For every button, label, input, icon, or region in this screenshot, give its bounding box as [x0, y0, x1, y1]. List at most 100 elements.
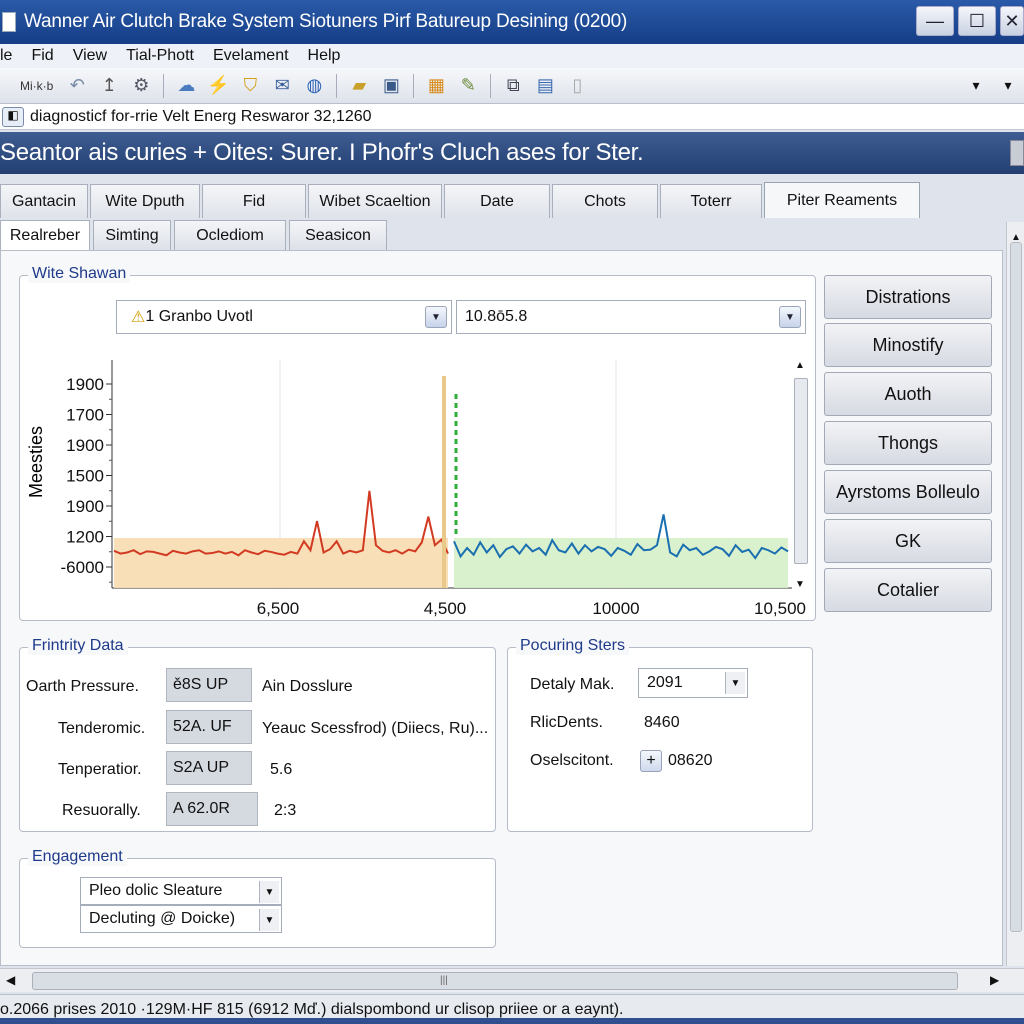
settings-icon[interactable]: ⚙	[129, 74, 153, 98]
maximize-button[interactable]: ☐	[958, 6, 996, 36]
scroll-left-icon[interactable]: ◀	[6, 973, 15, 987]
minimize-button[interactable]: —	[916, 6, 954, 36]
y-tick-label: 1900	[66, 436, 104, 455]
tenderomic-extra: Yeauc Scessfrod) (Diiecs, Ru)...	[262, 720, 489, 737]
toolbar-label: Mi·k·b	[20, 78, 54, 93]
menu-file[interactable]: le	[0, 47, 12, 65]
menu-view[interactable]: View	[73, 47, 107, 65]
vertical-scrollbar[interactable]: ▲	[1006, 222, 1024, 966]
thongs-button[interactable]: Thongs	[824, 421, 992, 465]
tab-chots[interactable]: Chots	[552, 184, 658, 218]
paste-icon[interactable]: ▤	[533, 74, 557, 98]
undo-icon[interactable]: ↶	[65, 74, 89, 98]
status-text: o.2066 prises 2010 ·129M·HF 815 (6912 Mď…	[0, 1000, 624, 1018]
connect-icon[interactable]: ⚡	[206, 74, 230, 98]
distrations-button[interactable]: Distrations	[824, 275, 992, 319]
scroll-thumb[interactable]	[794, 378, 808, 564]
tab-date[interactable]: Date	[444, 184, 550, 218]
toolbar-separator	[163, 73, 165, 98]
chevron-down-icon[interactable]: ▼	[725, 672, 745, 694]
cloud-icon[interactable]: ☁	[174, 74, 198, 98]
chevron-down-icon[interactable]: ▼	[259, 881, 279, 903]
banner-button[interactable]	[1010, 140, 1024, 166]
tab-realreber[interactable]: Realreber	[0, 220, 90, 250]
pocuring-legend: Pocuring Sters	[516, 637, 629, 655]
scroll-thumb[interactable]	[1010, 242, 1022, 932]
chart-scrollbar[interactable]: ▲ ▼	[792, 360, 808, 590]
pressure-value[interactable]: ě8S UP	[166, 668, 252, 702]
tab-wite-dputh[interactable]: Wite Dputh	[90, 184, 200, 218]
wrench-icon[interactable]: ✎	[456, 74, 480, 98]
x-tick-label: 6,500	[257, 599, 300, 618]
status-bar: o.2066 prises 2010 ·129M·HF 815 (6912 Mď…	[0, 994, 1024, 1024]
scroll-down-icon[interactable]: ▼	[795, 579, 805, 590]
shield-icon[interactable]: ⛉	[238, 74, 262, 98]
pressure-extra: Ain Dosslure	[262, 678, 353, 695]
y-tick-label: 1500	[66, 467, 104, 486]
resuorally-value[interactable]: A 62.0R	[166, 792, 258, 826]
close-button[interactable]: ✕	[1000, 6, 1024, 36]
gk-button[interactable]: GK	[824, 519, 992, 563]
scroll-up-icon[interactable]: ▲	[795, 360, 805, 371]
banner-text: Seantor ais curies + Oites: Surer. I Pho…	[0, 139, 644, 166]
detaly-mak-select[interactable]: 2091 ▼	[638, 668, 748, 698]
x-tick-label: 10,500	[754, 599, 806, 618]
tab-oclediom[interactable]: Oclediom	[174, 220, 286, 250]
up-arrow-icon[interactable]: ↥	[97, 74, 121, 98]
resuorally-extra: 2:3	[274, 802, 297, 819]
folder-icon[interactable]: ▰	[347, 74, 371, 98]
ayrstoms-bolleulo-button[interactable]: Ayrstoms Bolleulo	[824, 470, 992, 514]
app-icon	[2, 12, 16, 32]
mail-icon[interactable]: ✉	[270, 74, 294, 98]
oselscitont-value: 08620	[668, 752, 713, 769]
tab-seasicon[interactable]: Seasicon	[289, 220, 387, 250]
frintrity-data-group: Frintrity Data Oarth Pressure. ě8S UP Ai…	[19, 637, 496, 832]
scroll-right-icon[interactable]: ▶	[990, 973, 999, 987]
ricdents-label: RlicDents.	[530, 714, 603, 731]
globe-icon[interactable]: ◍	[302, 74, 326, 98]
engagement-option-1[interactable]: Pleo dolic Sleature ▼	[80, 877, 282, 905]
temperature-extra: 5.6	[270, 761, 293, 778]
temperature-value[interactable]: S2A UP	[166, 751, 252, 785]
horizontal-scrollbar[interactable]: ◀ ||| ▶	[0, 968, 1024, 992]
ricdents-value: 8460	[644, 714, 680, 731]
address-bar[interactable]: ◧ diagnosticf for-rrie Velt Energ Reswar…	[0, 104, 1024, 130]
tab-simting[interactable]: Simting	[93, 220, 171, 250]
tab-wibet-scaeltion[interactable]: Wibet Scaeltion	[308, 184, 442, 218]
page-icon[interactable]: ▯	[565, 74, 589, 98]
cotalier-button[interactable]: Cotalier	[824, 568, 992, 612]
chart-icon[interactable]: ▦	[424, 74, 448, 98]
menu-evelament[interactable]: Evelament	[213, 47, 289, 65]
plus-icon[interactable]: +	[640, 750, 662, 772]
engagement-option-2[interactable]: Decluting @ Doicke) ▼	[80, 905, 282, 933]
chevron-down-icon[interactable]: ▼	[259, 909, 279, 931]
tab-piter-reaments[interactable]: Piter Reaments	[764, 182, 920, 218]
engagement-option-1-label: Pleo dolic Sleature	[89, 882, 223, 899]
menu-bar: le Fid View Tial-Phott Evelament Help	[0, 44, 1024, 68]
sub-tabs: Realreber Simting Oclediom Seasicon	[0, 220, 390, 252]
scroll-grip: |||	[440, 975, 448, 986]
scroll-thumb[interactable]	[32, 972, 958, 990]
detaly-mak-value: 2091	[647, 674, 683, 691]
y-tick-label: 1900	[66, 497, 104, 516]
toolbar-separator	[413, 73, 415, 98]
dropdown-arrow-icon[interactable]: ▾	[996, 74, 1020, 98]
toolbar-separator	[490, 73, 492, 98]
toolbar: Mi·k·b ↶ ↥ ⚙ ☁ ⚡ ⛉ ✉ ◍ ▰ ▣ ▦ ✎ ⧉ ▤ ▯ ▾ ▾	[0, 68, 1024, 104]
copy-icon[interactable]: ⧉	[501, 74, 525, 98]
y-axis-label: Meesties	[26, 426, 46, 498]
tab-gantacin[interactable]: Gantacin	[0, 184, 88, 218]
menu-trial-phott[interactable]: Tial-Phott	[126, 47, 194, 65]
auoth-button[interactable]: Auoth	[824, 372, 992, 416]
series-fill-0	[114, 538, 448, 588]
menu-fid[interactable]: Fid	[31, 47, 53, 65]
menu-help[interactable]: Help	[308, 47, 341, 65]
save-icon[interactable]: ▣	[379, 74, 403, 98]
tab-toterr[interactable]: Toterr	[660, 184, 762, 218]
main-tabs: Gantacin Wite Dputh Fid Wibet Scaeltion …	[0, 182, 922, 218]
tenderomic-value[interactable]: 52A. UF	[166, 710, 252, 744]
y-tick-label: 1900	[66, 375, 104, 394]
tab-fid[interactable]: Fid	[202, 184, 306, 218]
minostify-button[interactable]: Minostify	[824, 323, 992, 367]
dropdown-arrow-icon[interactable]: ▾	[964, 74, 988, 98]
